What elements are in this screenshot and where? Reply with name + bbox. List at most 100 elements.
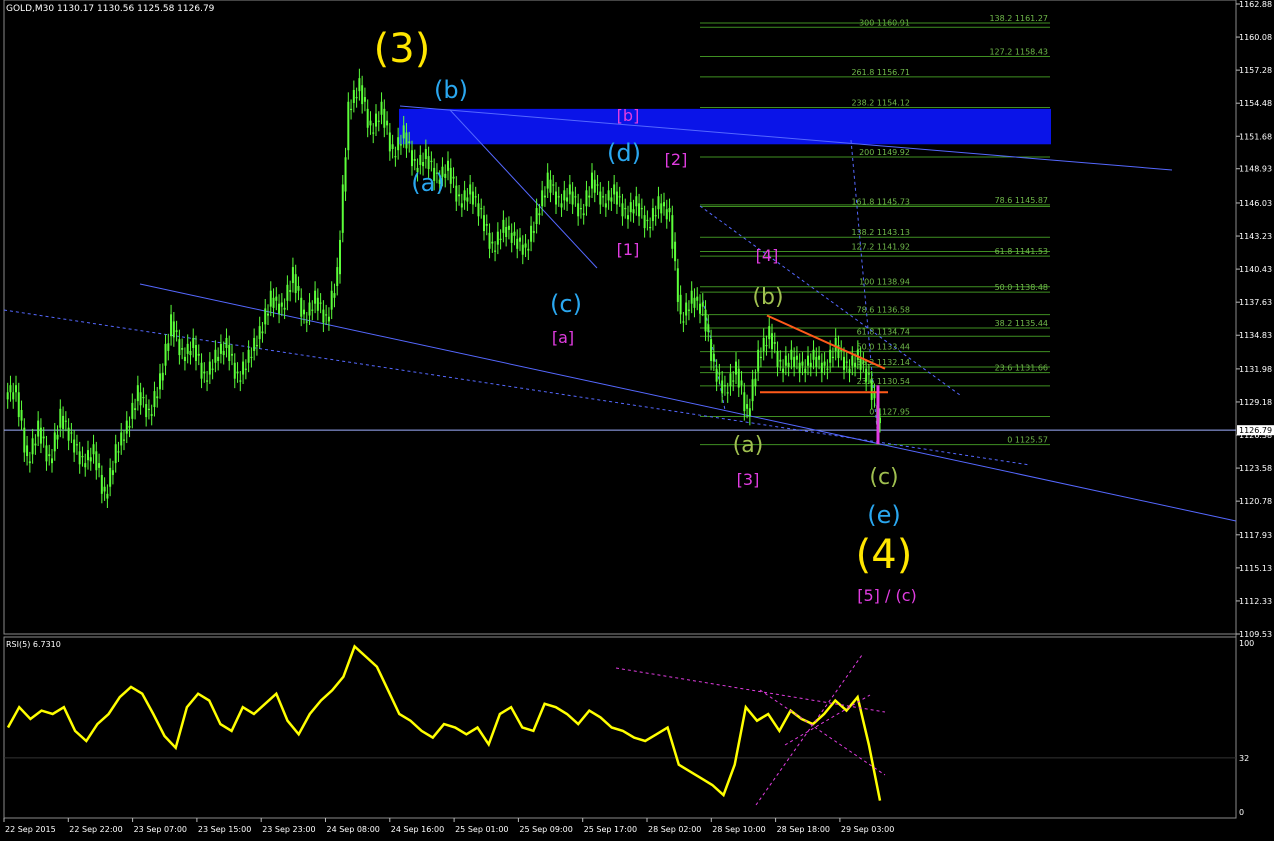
candle-body — [23, 427, 26, 453]
y-tick-label: 1109.53 — [1239, 630, 1272, 639]
candle-body — [632, 209, 635, 214]
candle-body — [449, 167, 452, 184]
candle-body — [627, 215, 629, 220]
candle-body — [48, 454, 51, 457]
y-tick-label: 1117.93 — [1239, 531, 1272, 540]
candle-body — [250, 356, 253, 359]
y-tick-label: 1148.93 — [1239, 165, 1272, 174]
candle-body — [363, 97, 366, 102]
candle-body — [73, 439, 76, 453]
fib-level-label: 23.6 1131.66 — [995, 364, 1048, 373]
candle-body — [685, 302, 688, 316]
candle-body — [696, 296, 699, 301]
candle-body — [466, 197, 469, 202]
candle-body — [829, 349, 832, 363]
candle-body — [723, 385, 726, 387]
candle-body — [286, 284, 289, 301]
candle-body — [325, 314, 328, 316]
candle-body — [787, 362, 790, 367]
candle-body — [236, 371, 239, 374]
candle-body — [521, 244, 524, 255]
candle-body — [189, 350, 192, 356]
candle-body — [291, 267, 294, 284]
candle-body — [125, 420, 128, 434]
candle-body — [530, 225, 533, 242]
candle-body — [34, 443, 37, 446]
candle-body — [602, 196, 605, 198]
candle-body — [372, 132, 375, 134]
candle-body — [103, 486, 106, 492]
candle-body — [663, 202, 665, 207]
candle-body — [452, 176, 455, 179]
candle-body — [405, 132, 408, 149]
wave-label: (b) — [752, 285, 783, 310]
candle-body — [247, 349, 250, 363]
candle-body — [477, 203, 480, 217]
candle-body — [757, 349, 760, 372]
candle-body — [275, 296, 278, 301]
candle-body — [654, 215, 657, 217]
candle-body — [499, 238, 502, 240]
candle-body — [729, 373, 732, 387]
candle-body — [6, 392, 9, 400]
candle-body — [89, 457, 92, 462]
candle-body — [469, 184, 472, 195]
candle-body — [419, 154, 422, 165]
candle-body — [804, 368, 807, 373]
candle-body — [535, 208, 538, 224]
candle-body — [474, 196, 477, 198]
y-tick-label: 1115.13 — [1239, 564, 1272, 573]
candle-body — [699, 303, 701, 314]
fib-level-label: 61.8 1134.74 — [857, 327, 910, 336]
candle-body — [555, 191, 557, 205]
candle-body — [411, 150, 413, 167]
candle-body — [369, 120, 372, 126]
candle-body — [671, 215, 674, 249]
candle-body — [740, 380, 743, 386]
candle-body — [39, 427, 42, 444]
x-tick-label: 23 Sep 23:00 — [262, 825, 315, 834]
candle-body — [305, 321, 308, 323]
candle-body — [715, 368, 718, 382]
candle-body — [161, 372, 164, 381]
y-tick-label: 1140.43 — [1239, 265, 1272, 274]
candle-body — [352, 89, 355, 103]
candle-body — [668, 208, 671, 213]
candle-body — [289, 290, 292, 292]
candle-body — [253, 337, 256, 351]
candle-body — [377, 120, 380, 122]
fib-level-label: 100 1138.94 — [859, 278, 910, 287]
candle-body — [455, 185, 458, 202]
candle-body — [159, 373, 161, 390]
candle-body — [784, 355, 787, 366]
candle-body — [638, 203, 641, 217]
candle-body — [81, 456, 84, 458]
candle-body — [795, 355, 798, 360]
candle-body — [172, 321, 175, 338]
y-tick-label: 1151.68 — [1239, 132, 1272, 141]
candle-body — [718, 373, 721, 375]
y-tick-label: 1134.83 — [1239, 331, 1272, 340]
candle-body — [269, 290, 272, 307]
candle-body — [604, 203, 607, 208]
candle-body — [790, 349, 793, 360]
chart-svg: 1162.88 1160.08 1157.28 1154.48 1151.68 1148.… — [0, 0, 1274, 837]
candle-body — [782, 368, 785, 373]
candle-body — [117, 451, 120, 453]
candle-body — [42, 436, 45, 439]
wave-label: (c) — [869, 465, 898, 490]
candle-body — [391, 144, 394, 150]
candle-body — [167, 343, 170, 351]
candle-body — [322, 309, 325, 323]
candle-body — [355, 97, 358, 99]
candle-body — [693, 297, 696, 308]
candle-body — [834, 337, 837, 351]
y-tick-label: 1112.33 — [1239, 597, 1272, 606]
candle-body — [12, 392, 15, 400]
candle-body — [762, 337, 765, 351]
x-tick-label: 29 Sep 03:00 — [841, 825, 894, 834]
candle-body — [255, 345, 258, 347]
candle-body — [336, 267, 339, 286]
candle-body — [70, 432, 73, 434]
candle-body — [773, 342, 776, 344]
